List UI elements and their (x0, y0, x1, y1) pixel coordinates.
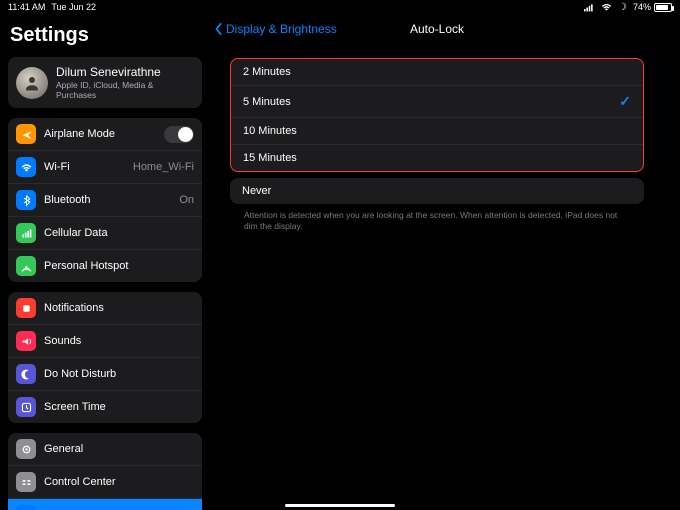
autolock-options-rest: Never (230, 178, 644, 204)
option-label: 15 Minutes (243, 152, 297, 164)
page-title: Settings (10, 24, 202, 47)
settings-group-connectivity: Airplane ModeWi-FiHome_Wi-FiBluetoothOnC… (8, 118, 202, 282)
option-label: 2 Minutes (243, 66, 291, 78)
status-date: Tue Jun 22 (51, 2, 96, 12)
sidebar-item-label: Notifications (44, 302, 194, 314)
bluetooth-icon (16, 190, 36, 210)
sidebar-item-screentime[interactable]: Screen Time (8, 391, 202, 423)
sounds-icon (16, 331, 36, 351)
display-icon: AA (16, 505, 36, 510)
battery-icon (654, 3, 672, 12)
sidebar-item-wifi[interactable]: Wi-FiHome_Wi-Fi (8, 151, 202, 184)
cellular-icon (16, 223, 36, 243)
battery-percent: 74% (633, 2, 651, 12)
autolock-option[interactable]: 15 Minutes (231, 145, 643, 171)
hotspot-icon (16, 256, 36, 276)
sidebar-item-label: Control Center (44, 476, 194, 488)
autolock-options-highlighted: 2 Minutes 5 Minutes ✓ 10 Minutes 15 Minutes (230, 58, 644, 172)
sidebar-item-label: Screen Time (44, 401, 194, 413)
wifi-icon (601, 3, 612, 12)
content-title: Auto-Lock (410, 22, 464, 36)
profile-name: Dilum Senevirathne (56, 65, 194, 79)
sidebar-item-label: Airplane Mode (44, 128, 164, 140)
screentime-icon (16, 397, 36, 417)
settings-sidebar: Settings Dilum Senevirathne Apple ID, iC… (0, 14, 210, 510)
sidebar-item-sounds[interactable]: Sounds (8, 325, 202, 358)
settings-group-general: General Control Center AADisplay & Brightn… (8, 433, 202, 510)
profile-sub: Apple ID, iCloud, Media & Purchases (56, 80, 194, 100)
wifi-icon (16, 157, 36, 177)
sidebar-item-label: Sounds (44, 335, 194, 347)
sidebar-item-label: General (44, 443, 194, 455)
option-label: 10 Minutes (243, 125, 297, 137)
sidebar-item-control[interactable]: Control Center (8, 466, 202, 499)
general-icon (16, 439, 36, 459)
option-label: Never (242, 185, 271, 197)
sidebar-item-label: Personal Hotspot (44, 260, 194, 272)
sidebar-item-label: Cellular Data (44, 227, 194, 239)
sidebar-item-label: Wi-Fi (44, 161, 133, 173)
sidebar-item-display[interactable]: AADisplay & Brightness (8, 499, 202, 510)
avatar (16, 67, 48, 99)
airplane-icon (16, 124, 36, 144)
sidebar-item-label: Bluetooth (44, 194, 179, 206)
sidebar-item-cellular[interactable]: Cellular Data (8, 217, 202, 250)
sidebar-item-hotspot[interactable]: Personal Hotspot (8, 250, 202, 282)
sidebar-item-label: Do Not Disturb (44, 368, 194, 380)
status-time: 11:41 AM (8, 2, 45, 12)
dnd-icon (16, 364, 36, 384)
sidebar-item-general[interactable]: General (8, 433, 202, 466)
option-label: 5 Minutes (243, 96, 291, 108)
control-icon (16, 472, 36, 492)
profile-card[interactable]: Dilum Senevirathne Apple ID, iCloud, Med… (8, 57, 202, 108)
chevron-left-icon (214, 23, 224, 35)
autolock-option[interactable]: Never (230, 178, 644, 204)
sidebar-item-airplane[interactable]: Airplane Mode (8, 118, 202, 151)
footer-note: Attention is detected when you are looki… (230, 204, 644, 233)
airplane-toggle[interactable] (164, 126, 194, 143)
status-bar: 11:41 AM Tue Jun 22 ☽ 74% (0, 0, 680, 14)
home-indicator[interactable] (285, 504, 395, 507)
sidebar-item-bluetooth[interactable]: BluetoothOn (8, 184, 202, 217)
notifications-icon (16, 298, 36, 318)
settings-group-alerts: Notifications Sounds Do Not Disturb Screen … (8, 292, 202, 423)
cellular-signal-icon (584, 3, 595, 12)
autolock-option[interactable]: 2 Minutes (231, 59, 643, 86)
back-button[interactable]: Display & Brightness (214, 22, 337, 36)
autolock-option[interactable]: 10 Minutes (231, 118, 643, 145)
sidebar-item-dnd[interactable]: Do Not Disturb (8, 358, 202, 391)
autolock-option[interactable]: 5 Minutes ✓ (231, 86, 643, 118)
sidebar-item-value: On (179, 194, 194, 206)
sidebar-item-value: Home_Wi-Fi (133, 161, 194, 173)
checkmark-icon: ✓ (619, 93, 631, 110)
dnd-icon: ☽ (618, 2, 627, 13)
sidebar-item-notifications[interactable]: Notifications (8, 292, 202, 325)
content-pane: Display & Brightness Auto-Lock 2 Minutes… (210, 14, 680, 510)
back-label: Display & Brightness (226, 22, 337, 36)
